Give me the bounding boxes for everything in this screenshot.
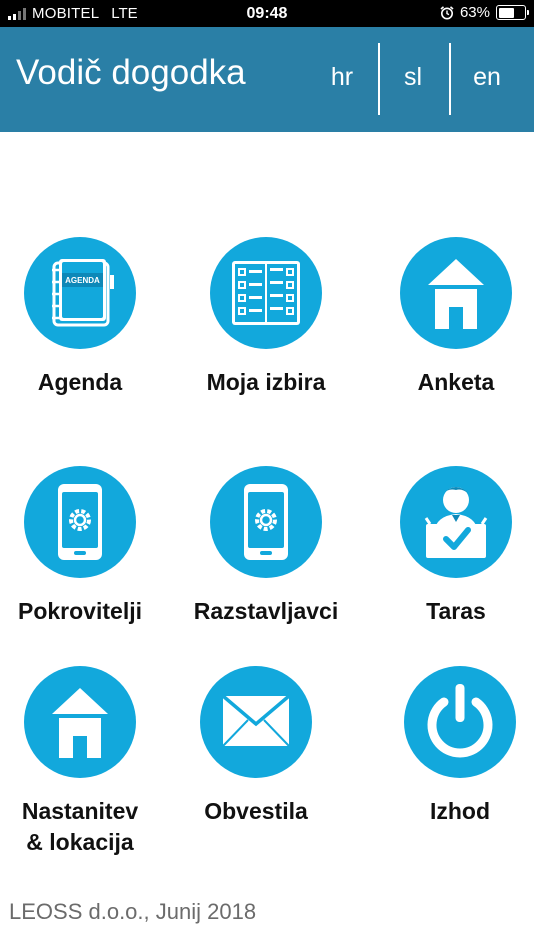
battery-icon (496, 5, 529, 20)
menu-item-izhod[interactable]: Izhod (375, 666, 534, 827)
menu-item-moja-izbira[interactable]: Moja izbira (181, 237, 351, 398)
menu-item-label: Taras (426, 598, 486, 624)
menu-item-label: Agenda (37, 369, 123, 395)
menu-item-label: Obvestila (204, 798, 308, 824)
menu-item-label: Anketa (417, 369, 495, 395)
language-hr-button[interactable]: hr (307, 63, 377, 92)
schedule-book-icon (210, 237, 322, 349)
menu-item-label: Nastanitev & lokacija (21, 798, 139, 855)
house-icon (400, 237, 512, 349)
language-divider (449, 43, 451, 115)
svg-text:AGENDA: AGENDA (65, 276, 100, 285)
app-header: Vodič dogodka hr sl en (0, 27, 534, 132)
menu-item-agenda[interactable]: AGENDA Agenda (0, 237, 165, 398)
person-check-icon (400, 466, 512, 578)
menu-item-anketa[interactable]: Anketa (371, 237, 534, 398)
menu-item-label: Pokrovitelji (18, 598, 142, 624)
menu-item-pokrovitelji[interactable]: Pokrovitelji (0, 466, 165, 627)
language-en-button[interactable]: en (452, 63, 522, 92)
alarm-icon (440, 5, 454, 19)
battery-percent: 63% (459, 4, 490, 21)
agenda-book-icon: AGENDA (24, 237, 136, 349)
language-sl-button[interactable]: sl (378, 63, 448, 92)
menu-item-label: Moja izbira (206, 369, 326, 395)
menu-item-nastanitev-lokacija[interactable]: Nastanitev & lokacija (0, 666, 165, 858)
smartphone-gear-icon (210, 466, 322, 578)
envelope-icon (200, 666, 312, 778)
footer-copyright: LEOSS d.o.o., Junij 2018 (9, 899, 257, 924)
power-icon (404, 666, 516, 778)
page-title: Vodič dogodka (16, 53, 246, 92)
status-bar: MOBITEL LTE 09:48 63% (0, 0, 534, 27)
menu-item-label: Izhod (429, 798, 491, 824)
battery-fill (498, 7, 514, 18)
status-right: 63% (440, 4, 529, 21)
menu-item-label: Razstavljavci (193, 598, 339, 624)
menu-item-taras[interactable]: Taras (371, 466, 534, 627)
smartphone-gear-icon (24, 466, 136, 578)
menu-item-razstavljavci[interactable]: Razstavljavci (181, 466, 351, 627)
menu-item-obvestila[interactable]: Obvestila (171, 666, 341, 827)
house-icon (24, 666, 136, 778)
